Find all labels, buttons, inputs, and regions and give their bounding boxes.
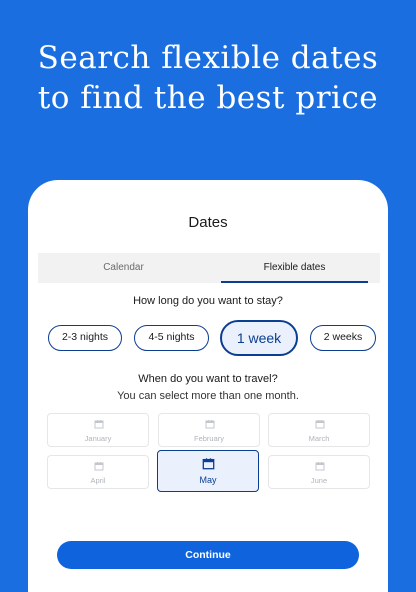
page-title: Dates xyxy=(188,214,228,231)
duration-chip-1-week[interactable]: 1 week xyxy=(220,320,298,356)
month-label: January xyxy=(84,434,112,443)
headline-line-1: Search flexible dates xyxy=(37,40,379,76)
calendar-icon xyxy=(315,462,325,471)
calendar-icon xyxy=(94,462,104,471)
month-march[interactable]: March xyxy=(268,413,370,447)
stay-duration-options: 2-3 nights 4-5 nights 1 week 2 weeks xyxy=(42,320,376,356)
month-label: April xyxy=(90,476,106,485)
duration-chip-4-5-nights[interactable]: 4-5 nights xyxy=(134,325,209,351)
month-grid: January February March April May June xyxy=(47,413,372,513)
stay-length-question: How long do you want to stay? xyxy=(133,295,283,307)
continue-button[interactable]: Continue xyxy=(57,541,359,569)
travel-month-question: When do you want to travel? xyxy=(138,373,278,385)
month-label: May xyxy=(199,475,217,485)
tab-calendar[interactable]: Calendar xyxy=(38,253,209,283)
month-april[interactable]: April xyxy=(47,455,149,489)
duration-chip-2-3-nights[interactable]: 2-3 nights xyxy=(48,325,122,351)
date-mode-tabs: Calendar Flexible dates xyxy=(38,253,380,283)
month-january[interactable]: January xyxy=(47,413,149,447)
phone-frame: Dates Calendar Flexible dates How long d… xyxy=(28,180,388,592)
month-february[interactable]: February xyxy=(158,413,260,447)
scroll-fade xyxy=(47,501,372,521)
travel-month-hint: You can select more than one month. xyxy=(117,390,299,402)
month-label: February xyxy=(193,434,224,443)
calendar-icon xyxy=(205,420,215,429)
duration-chip-2-weeks[interactable]: 2 weeks xyxy=(310,325,376,351)
calendar-icon xyxy=(202,458,215,470)
month-label: March xyxy=(308,434,330,443)
month-label: June xyxy=(310,476,328,485)
tab-flexible-dates[interactable]: Flexible dates xyxy=(209,253,380,283)
calendar-icon xyxy=(315,420,325,429)
month-june[interactable]: June xyxy=(268,455,370,489)
headline-line-2: to find the best price xyxy=(37,80,379,116)
calendar-icon xyxy=(94,420,104,429)
promo-headline: Search flexible dates to find the best p… xyxy=(0,38,416,118)
month-may[interactable]: May xyxy=(157,450,259,492)
